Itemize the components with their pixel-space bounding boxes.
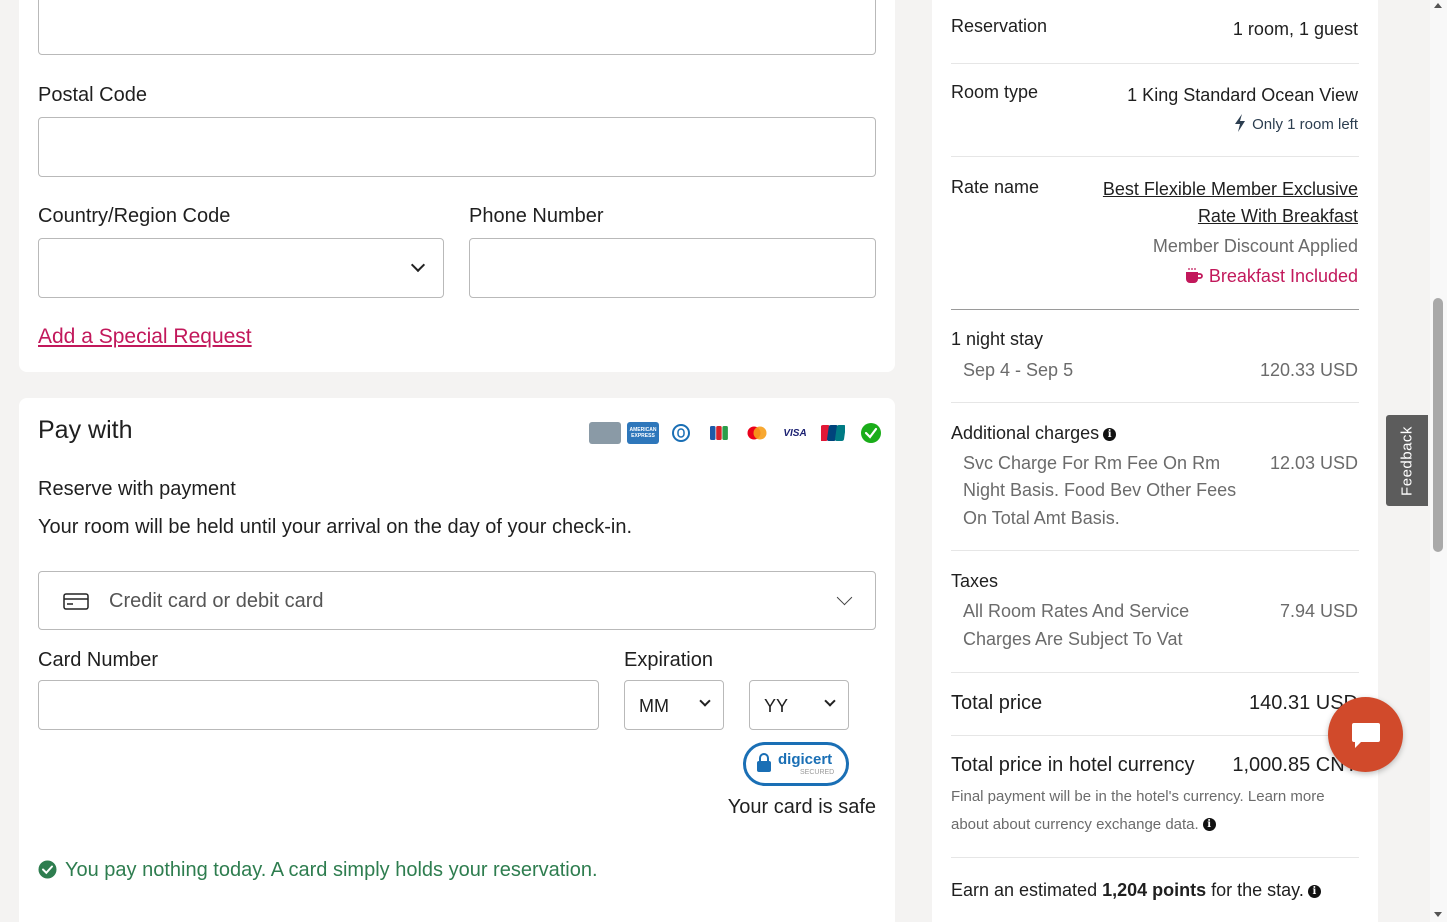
postal-code-input[interactable]	[38, 117, 876, 177]
digicert-seal: digicert SECURED	[743, 742, 849, 786]
additional-charges-label: Additional charges i	[951, 423, 1117, 444]
room-type-label: Room type	[951, 82, 1039, 102]
reservation-value: 1 room, 1 guest	[1232, 19, 1358, 39]
lightning-icon	[1234, 114, 1246, 136]
pay-nothing-text: You pay nothing today. A card simply hol…	[65, 859, 598, 881]
generic-card-logo	[589, 422, 621, 444]
unionpay-logo	[817, 422, 849, 444]
divider	[951, 156, 1359, 157]
scrollbar-thumb[interactable]	[1433, 298, 1443, 552]
divider	[951, 402, 1359, 403]
divider	[951, 63, 1359, 64]
scroll-down-arrow-icon[interactable]	[1434, 912, 1442, 917]
divider	[951, 550, 1359, 551]
phone-number-input[interactable]	[469, 238, 876, 298]
mastercard-logo	[741, 422, 773, 444]
chat-button[interactable]	[1328, 697, 1403, 772]
pay-with-title: Pay with	[38, 416, 133, 444]
rate-name-label: Rate name	[951, 177, 1040, 197]
divider	[951, 857, 1359, 858]
breakfast-text: Breakfast Included	[1208, 266, 1358, 286]
payment-method-select[interactable]: Credit card or debit card	[38, 571, 876, 630]
room-type-value: 1 King Standard Ocean View	[1127, 85, 1358, 105]
additional-charges-desc-1: Svc Charge For Rm Fee On Rm	[963, 453, 1221, 473]
expiration-month-value: MM	[639, 696, 669, 716]
scroll-up-arrow-icon[interactable]	[1434, 3, 1442, 8]
card-number-input[interactable]	[38, 680, 599, 730]
visa-logo: VISA	[779, 422, 811, 444]
country-code-label: Country/Region Code	[38, 205, 231, 227]
card-number-label: Card Number	[38, 649, 159, 671]
divider	[951, 309, 1359, 310]
amex-logo: AMERICAN EXPRESS	[627, 422, 659, 444]
additional-charges-price: 12.03 USD	[1269, 453, 1358, 473]
hotel-currency-label: Total price in hotel currency	[951, 754, 1195, 776]
rate-name-link-line2[interactable]: Rate With Breakfast	[1198, 206, 1358, 227]
room-availability: Only 1 room left	[1234, 114, 1358, 136]
stay-dates: Sep 4 - Sep 5	[963, 360, 1074, 380]
reserve-description: Your room will be held until your arriva…	[38, 516, 633, 538]
earn-suffix: for the stay.	[1206, 880, 1304, 900]
additional-charges-desc-2: Night Basis. Food Bev Other Fees	[963, 480, 1237, 500]
chevron-down-icon	[699, 695, 711, 707]
credit-card-icon	[63, 593, 89, 615]
earn-points-text: Earn an estimated 1,204 points for the s…	[951, 880, 1321, 901]
currency-note-line2: about about currency exchange data. i	[951, 816, 1216, 833]
chevron-down-icon	[836, 589, 853, 606]
contact-details-card	[19, 0, 895, 372]
earn-points-value: 1,204 points	[1102, 880, 1207, 900]
chevron-down-icon	[410, 257, 426, 273]
rate-name-link-line1[interactable]: Best Flexible Member Exclusive	[1103, 179, 1358, 200]
wechat-pay-logo	[855, 422, 887, 444]
stay-price: 120.33 USD	[1259, 360, 1358, 380]
reservation-label: Reservation	[951, 16, 1048, 36]
info-icon[interactable]: i	[1103, 428, 1117, 441]
reserve-heading: Reserve with payment	[38, 478, 236, 500]
address-field[interactable]	[38, 0, 876, 55]
stay-label: 1 night stay	[951, 329, 1044, 349]
lock-icon	[756, 753, 772, 778]
additional-charges-desc-3: On Total Amt Basis.	[963, 508, 1120, 528]
divider	[951, 672, 1359, 673]
coffee-cup-icon	[1185, 268, 1203, 289]
payment-method-value: Credit card or debit card	[109, 590, 324, 612]
jcb-logo	[703, 422, 735, 444]
expiration-label: Expiration	[624, 649, 713, 671]
diners-logo	[665, 422, 697, 444]
feedback-tab[interactable]: Feedback	[1386, 415, 1428, 506]
earn-prefix: Earn an estimated	[951, 880, 1103, 900]
taxes-desc-1: All Room Rates And Service	[963, 601, 1190, 621]
feedback-label: Feedback	[1398, 425, 1416, 496]
member-discount-text: Member Discount Applied	[1152, 236, 1358, 256]
special-request-link[interactable]: Add a Special Request	[38, 325, 252, 349]
total-price-label: Total price	[951, 692, 1043, 714]
expiration-year-value: YY	[764, 696, 789, 716]
phone-number-label: Phone Number	[469, 205, 604, 227]
chevron-down-icon	[824, 695, 836, 707]
taxes-price: 7.94 USD	[1279, 601, 1358, 621]
room-left-text: Only 1 room left	[1252, 116, 1358, 133]
divider	[951, 735, 1359, 736]
digicert-sub: SECURED	[800, 769, 835, 776]
breakfast-included: Breakfast Included	[1185, 266, 1358, 289]
expiration-year-select[interactable]: YY	[749, 680, 849, 730]
country-code-select[interactable]	[38, 238, 444, 298]
currency-note-line1: Final payment will be in the hotel's cur…	[951, 788, 1325, 805]
check-circle-icon	[38, 860, 57, 884]
taxes-desc-2: Charges Are Subject To Vat	[963, 629, 1183, 649]
chat-bubble-icon	[1351, 720, 1381, 755]
payment-logos: AMERICAN EXPRESS VISA	[589, 422, 887, 444]
info-icon[interactable]: i	[1202, 818, 1216, 831]
additional-charges-text: Additional charges	[951, 423, 1100, 443]
currency-note-text: about about currency exchange data.	[951, 816, 1199, 833]
digicert-label: digicert	[778, 751, 833, 768]
card-safe-text: Your card is safe	[727, 796, 876, 818]
postal-code-label: Postal Code	[38, 84, 147, 106]
expiration-month-select[interactable]: MM	[624, 680, 724, 730]
taxes-label: Taxes	[951, 571, 999, 591]
info-icon[interactable]: i	[1307, 885, 1321, 898]
